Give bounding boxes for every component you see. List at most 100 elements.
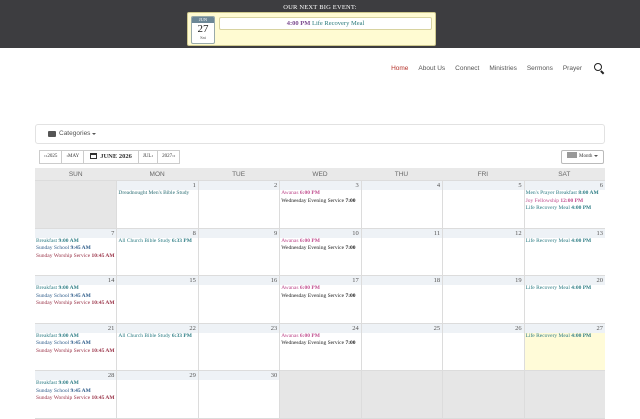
calendar-day-cell[interactable]: 10 Awanas 6:00 PM Wednesday Evening Servic…: [279, 228, 361, 275]
day-number: 23: [198, 323, 280, 333]
folder-icon: [48, 130, 56, 137]
calendar-day-cell[interactable]: 1 Dreadnought Men's Bible Study: [116, 181, 198, 228]
event-time: 9:45 AM: [70, 245, 91, 251]
day-number: 26: [443, 323, 524, 333]
calendar-day-cell[interactable]: 18: [360, 276, 443, 323]
calendar-event[interactable]: Wednesday Evening Service 7:00: [280, 340, 360, 348]
calendar-event[interactable]: Awanas 6:00 PM: [280, 238, 360, 246]
calendar-event[interactable]: Life Recovery Meal 4:00 PM: [525, 238, 605, 246]
prev-year-button[interactable]: ‹‹2025: [39, 150, 63, 164]
calendar-day-cell[interactable]: 27 Life Recovery Meal 4:00 PM: [523, 323, 605, 370]
day-number: [525, 371, 605, 372]
calendar-day-cell[interactable]: 5: [442, 181, 524, 228]
calendar-day-cell[interactable]: 2: [197, 181, 280, 228]
event-name: Wednesday Evening Service: [281, 292, 345, 299]
calendar-day-cell[interactable]: 4: [360, 181, 443, 228]
nav-item-about-us[interactable]: About Us: [418, 65, 445, 72]
calendar-day-cell[interactable]: 7 Breakfast 9:00 AM Sunday School 9:45 AM S…: [35, 228, 117, 275]
event-name: Sunday School: [36, 245, 70, 251]
calendar-day-cell[interactable]: 21 Breakfast 9:00 AM Sunday School 9:45 AM…: [35, 323, 117, 370]
event-time: 10:45 AM: [91, 395, 115, 401]
event-name: Life Recovery Meal: [525, 285, 570, 291]
event-time: 4:00 PM: [571, 237, 592, 244]
calendar-event[interactable]: Breakfast 9:00 AM: [35, 380, 116, 388]
calendar-event[interactable]: Awanas 6:00 PM: [280, 285, 360, 293]
calendar-event[interactable]: Sunday School 9:45 AM: [35, 245, 116, 253]
day-number: 24: [280, 323, 361, 333]
event-name: All Church Bible Study: [118, 332, 171, 339]
calendar-day-cell[interactable]: 14 Breakfast 9:00 AM Sunday School 9:45 AM…: [35, 276, 117, 323]
nav-item-ministries[interactable]: Ministries: [489, 65, 516, 72]
calendar-day-cell[interactable]: 15: [116, 276, 198, 323]
calendar-day-cell[interactable]: 26: [442, 323, 524, 370]
event-time: 8:00 AM: [578, 190, 599, 196]
calendar-event[interactable]: All Church Bible Study 6:33 PM: [117, 333, 197, 341]
calendar-day-cell[interactable]: 20 Life Recovery Meal 4:00 PM: [523, 276, 605, 323]
calendar-day-cell[interactable]: 16: [197, 276, 280, 323]
nav-item-home[interactable]: Home: [391, 65, 408, 72]
calendar-event[interactable]: Sunday Worship Service 10:45 AM: [35, 300, 116, 308]
view-select-button[interactable]: Month: [561, 150, 604, 164]
calendar-event[interactable]: All Church Bible Study 6:33 PM: [117, 238, 197, 246]
event-time: 4:00 PM: [571, 285, 592, 291]
event-time: 12:00 PM: [560, 197, 584, 204]
calendar-day-cell[interactable]: 22 All Church Bible Study 6:33 PM: [116, 323, 198, 370]
calendar-day-cell[interactable]: 30: [197, 371, 280, 418]
calendar-day-cell[interactable]: 17 Awanas 6:00 PM Wednesday Evening Servic…: [279, 276, 361, 323]
next-event-link[interactable]: 4:00 PM Life Recovery Meal: [219, 17, 432, 30]
calendar-day-cell[interactable]: 25: [360, 323, 443, 370]
calendar-day-cell[interactable]: 12: [442, 228, 524, 275]
calendar-day-cell[interactable]: 9: [197, 228, 280, 275]
calendar-day-cell[interactable]: 23: [197, 323, 280, 370]
nav-item-prayer[interactable]: Prayer: [563, 65, 582, 72]
event-name: Wednesday Evening Service: [281, 197, 345, 204]
calendar-event[interactable]: Joy Fellowship 12:00 PM: [525, 198, 605, 206]
calendar-event[interactable]: Sunday School 9:45 AM: [35, 340, 116, 348]
event-name: Awanas: [281, 190, 299, 196]
calendar-event[interactable]: Sunday Worship Service 10:45 AM: [35, 395, 116, 403]
next-month-button[interactable]: JUL›: [137, 150, 159, 164]
prev-month-button[interactable]: ‹MAY: [61, 150, 85, 164]
nav-item-sermons[interactable]: Sermons: [527, 65, 553, 72]
calendar-event[interactable]: Life Recovery Meal 4:00 PM: [525, 285, 605, 293]
calendar-day-cell[interactable]: 13 Life Recovery Meal 4:00 PM: [523, 228, 605, 275]
search-icon[interactable]: [594, 63, 604, 73]
current-month-button[interactable]: JUNE 2026: [83, 150, 139, 164]
categories-button[interactable]: Categories: [48, 130, 97, 137]
calendar-event[interactable]: Sunday Worship Service 10:45 AM: [35, 253, 116, 261]
calendar-event[interactable]: Wednesday Evening Service 7:00: [280, 198, 360, 206]
calendar-event[interactable]: Men's Prayer Breakfast 8:00 AM: [525, 190, 605, 198]
day-number: 13: [524, 228, 605, 238]
calendar-event[interactable]: Awanas 6:00 PM: [280, 190, 360, 198]
calendar-day-cell[interactable]: 11: [360, 228, 443, 275]
next-event-box[interactable]: JUN 27 Sat 4:00 PM Life Recovery Meal: [187, 12, 436, 46]
calendar-day-cell[interactable]: 28 Breakfast 9:00 AM Sunday School 9:45 AM…: [35, 371, 117, 418]
calendar-event[interactable]: Breakfast 9:00 AM: [35, 333, 116, 341]
calendar-day-cell[interactable]: 29: [116, 371, 198, 418]
event-time: 7:00: [345, 197, 356, 204]
nav-item-connect[interactable]: Connect: [455, 65, 479, 72]
calendar-week: 1 Dreadnought Men's Bible Study 2 3 Awanas 6…: [35, 181, 605, 229]
calendar-event[interactable]: Wednesday Evening Service 7:00: [280, 293, 360, 301]
calendar-day-cell[interactable]: 3 Awanas 6:00 PM Wednesday Evening Service…: [279, 181, 361, 228]
month-view-icon: [567, 152, 577, 158]
calendar-day-cell: [35, 181, 117, 228]
calendar-event[interactable]: Sunday Worship Service 10:45 AM: [35, 348, 116, 356]
calendar-event[interactable]: Breakfast 9:00 AM: [35, 238, 116, 246]
calendar-day-cell[interactable]: 24 Awanas 6:00 PM Wednesday Evening Servic…: [279, 323, 361, 370]
calendar-event[interactable]: Wednesday Evening Service 7:00: [280, 245, 360, 253]
calendar-event[interactable]: Life Recovery Meal 4:00 PM: [525, 205, 605, 213]
calendar-event[interactable]: Sunday School 9:45 AM: [35, 293, 116, 301]
day-number: 9: [198, 228, 280, 238]
calendar-day-cell[interactable]: 19: [442, 276, 524, 323]
calendar-event[interactable]: Awanas 6:00 PM: [280, 333, 360, 341]
chevron-down-icon: [594, 155, 599, 157]
calendar-week: 28 Breakfast 9:00 AM Sunday School 9:45 AM…: [35, 371, 605, 419]
calendar-day-cell[interactable]: 6 Men's Prayer Breakfast 8:00 AM Joy Fello…: [523, 181, 605, 228]
calendar-event[interactable]: Sunday School 9:45 AM: [35, 388, 116, 396]
calendar-event[interactable]: Life Recovery Meal 4:00 PM: [525, 333, 605, 341]
calendar-day-cell[interactable]: 8 All Church Bible Study 6:33 PM: [116, 228, 198, 275]
next-year-button[interactable]: 2027››: [157, 150, 181, 164]
calendar-event[interactable]: Breakfast 9:00 AM: [35, 285, 116, 293]
calendar-event[interactable]: Dreadnought Men's Bible Study: [117, 190, 197, 198]
